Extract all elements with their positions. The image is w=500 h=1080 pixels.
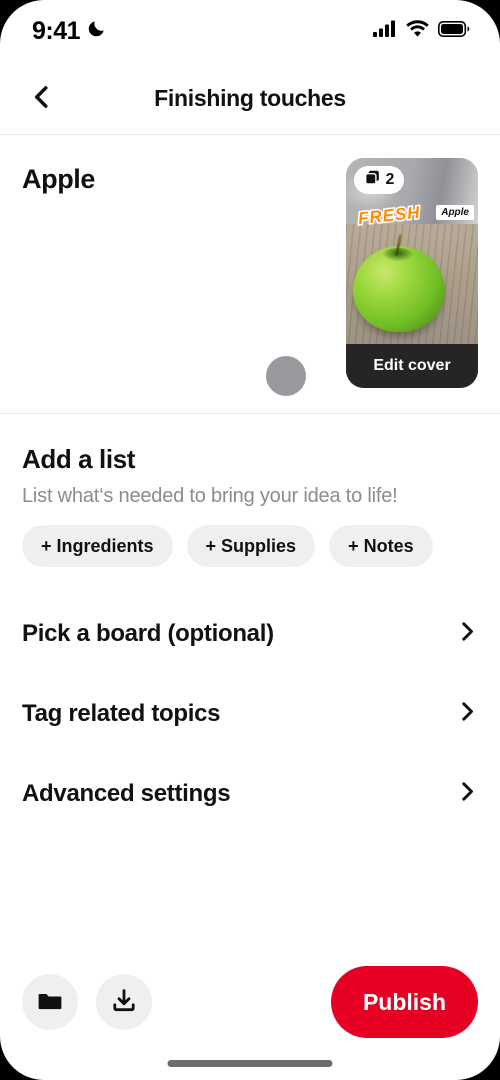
moon-icon xyxy=(87,19,106,43)
nav-row-label: Tag related topics xyxy=(22,700,221,727)
chevron-right-icon xyxy=(456,781,478,808)
chevron-left-icon xyxy=(29,84,55,113)
home-indicator[interactable] xyxy=(167,1060,333,1067)
pin-cover-thumbnail[interactable]: FRESH Apple 2 Edit cover xyxy=(346,158,478,388)
bottom-action-bar: Publish xyxy=(0,962,500,1042)
page-title: Finishing touches xyxy=(154,84,346,111)
app-screen: 9:41 Finishing touches Apple FRESH Apple… xyxy=(0,0,500,1080)
chip-notes[interactable]: + Notes xyxy=(329,525,433,567)
status-bar-left: 9:41 xyxy=(32,17,106,46)
avatar xyxy=(266,356,306,396)
pages-count-badge: 2 xyxy=(354,166,404,194)
list-type-chips: + Ingredients + Supplies + Notes xyxy=(22,525,500,567)
back-button[interactable] xyxy=(22,78,62,118)
wifi-icon xyxy=(406,20,429,42)
nav-row-label: Advanced settings xyxy=(22,780,231,807)
edit-cover-button[interactable]: Edit cover xyxy=(346,344,478,388)
folder-icon xyxy=(37,988,63,1017)
publish-button[interactable]: Publish xyxy=(330,966,478,1038)
download-button[interactable] xyxy=(96,974,152,1030)
nav-row-pick-a-board[interactable]: Pick a board (optional) xyxy=(0,594,500,674)
chip-supplies[interactable]: + Supplies xyxy=(186,525,316,567)
cellular-signal-icon xyxy=(373,20,397,42)
save-to-folder-button[interactable] xyxy=(22,974,78,1030)
status-bar-right xyxy=(373,20,470,42)
page-header: Finishing touches xyxy=(0,62,500,135)
add-a-list-section: Add a list List what‘s needed to bring y… xyxy=(0,415,500,567)
pages-stack-icon xyxy=(364,169,381,191)
chevron-right-icon xyxy=(456,621,478,648)
download-icon xyxy=(111,988,137,1017)
pin-preview-section: Apple FRESH Apple 2 Edit cover xyxy=(0,136,500,414)
chip-ingredients[interactable]: + Ingredients xyxy=(22,525,173,567)
nav-row-tag-related-topics[interactable]: Tag related topics xyxy=(0,674,500,754)
settings-nav-rows: Pick a board (optional) Tag related topi… xyxy=(0,594,500,834)
apple-text-sticker: Apple xyxy=(436,205,474,220)
add-a-list-title: Add a list xyxy=(22,444,136,474)
pin-title: Apple xyxy=(22,164,96,194)
phone-device-frame: 9:41 Finishing touches Apple FRESH Apple… xyxy=(0,0,500,1080)
pages-count-label: 2 xyxy=(385,171,395,188)
status-bar: 9:41 xyxy=(0,0,500,62)
nav-row-label: Pick a board (optional) xyxy=(22,620,274,647)
green-apple-image xyxy=(353,233,445,332)
battery-icon xyxy=(438,20,470,42)
chevron-right-icon xyxy=(456,701,478,728)
nav-row-advanced-settings[interactable]: Advanced settings xyxy=(0,754,500,834)
add-a-list-subtitle: List what‘s needed to bring your idea to… xyxy=(22,485,398,507)
status-bar-time: 9:41 xyxy=(32,16,81,45)
